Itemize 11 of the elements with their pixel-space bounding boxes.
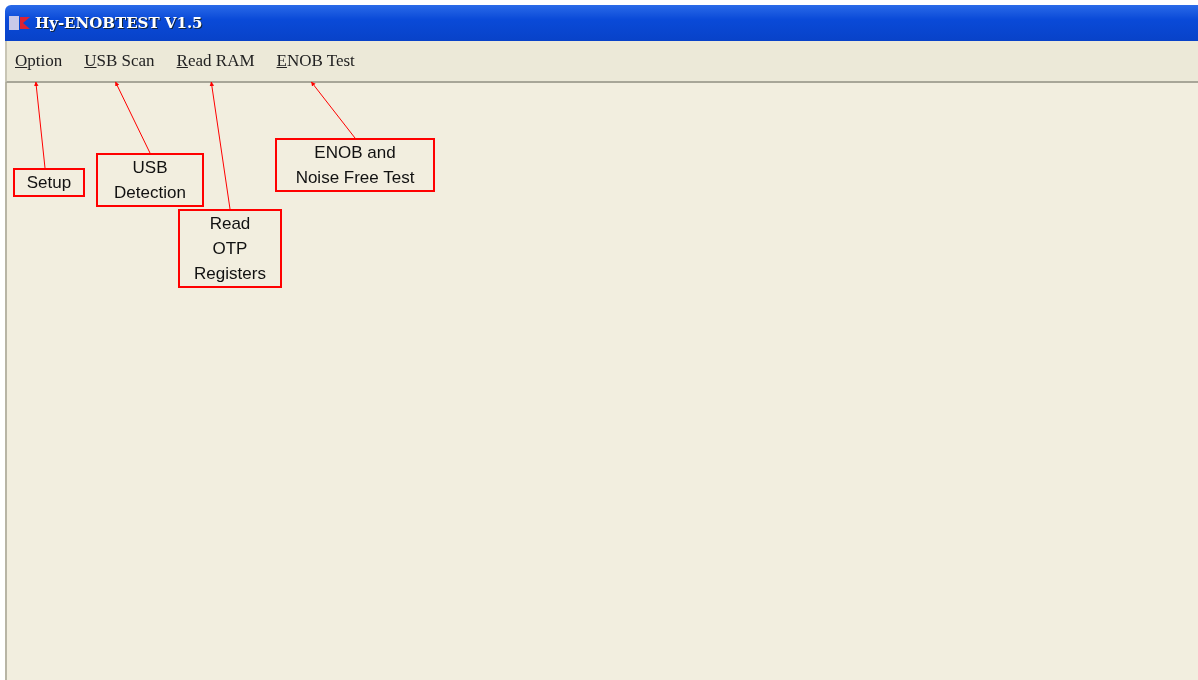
menu-item[interactable]: ENOB Test (272, 51, 359, 71)
callout-label: USB Detection (96, 153, 204, 207)
app-icon (9, 15, 31, 31)
leader-arrow (310, 81, 356, 139)
menu-item[interactable]: Read RAM (172, 51, 259, 71)
callout-label: ENOB and Noise Free Test (275, 138, 435, 192)
menu-item[interactable]: USB Scan (80, 51, 159, 71)
window-title: Hy-ENOBTEST V1.5 (35, 14, 203, 32)
callout-label: Setup (13, 168, 85, 197)
callout-label: Read OTP Registers (178, 209, 282, 288)
menu-item[interactable]: Option (11, 51, 67, 71)
